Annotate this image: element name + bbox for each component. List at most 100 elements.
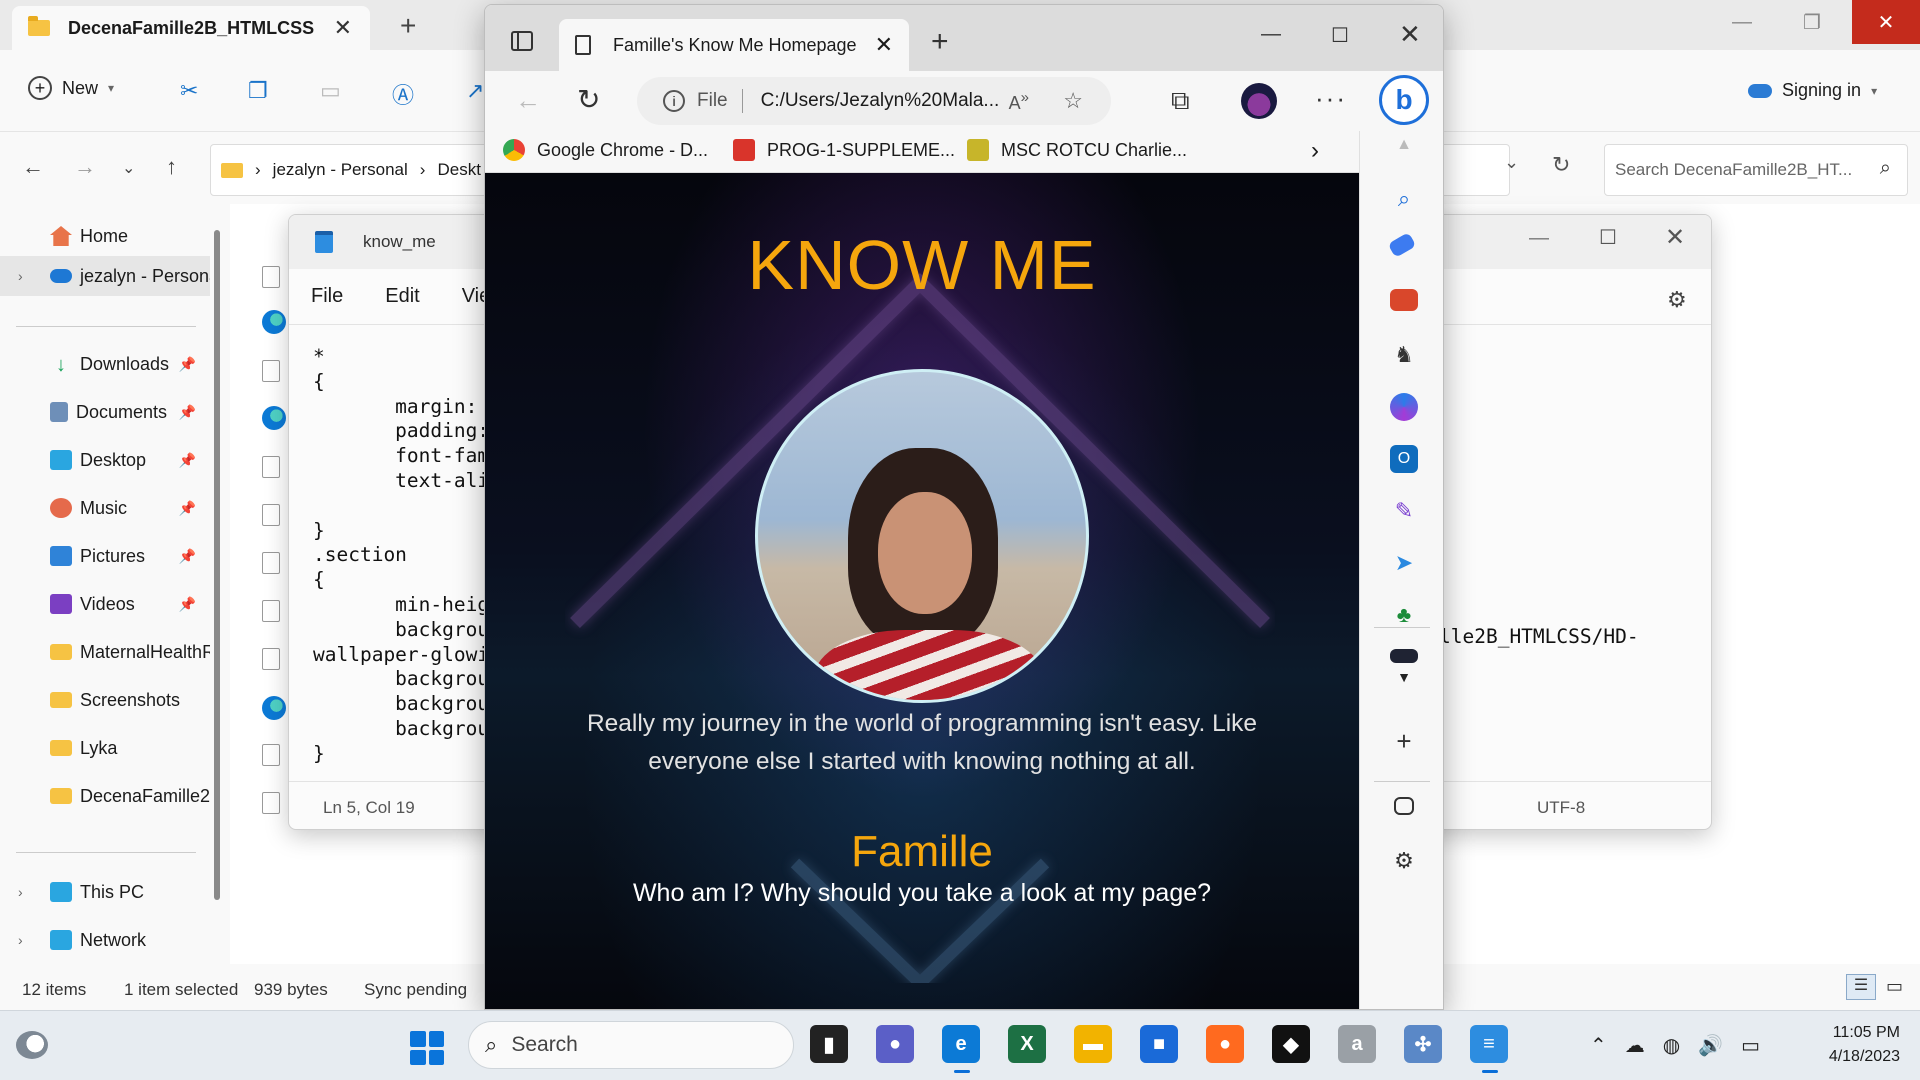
dropbox-icon[interactable]: ◆ <box>1272 1025 1310 1063</box>
nav-item-onedrive[interactable]: › jezalyn - Persona <box>0 256 210 296</box>
settings-gear-icon[interactable]: ⚙ <box>1667 287 1687 313</box>
scroll-up-icon[interactable]: ▲ <box>1390 131 1418 159</box>
browser-tab[interactable]: Famille's Know Me Homepage ✕ <box>559 19 909 71</box>
tab-actions-icon[interactable] <box>511 31 533 51</box>
notepad-icon[interactable]: ≡ <box>1470 1025 1508 1073</box>
read-aloud-icon[interactable]: A» <box>1009 89 1029 114</box>
scrollbar[interactable] <box>214 230 220 900</box>
nav-item-folder[interactable]: Lyka <box>0 728 210 768</box>
tiles-view-icon[interactable]: ▭ <box>1886 976 1903 997</box>
onedrive-icon[interactable]: ☁ <box>1625 1033 1645 1058</box>
settings-gear-icon[interactable]: ⚙ <box>1390 847 1418 875</box>
new-tab-button[interactable]: + <box>931 25 949 59</box>
microsoft365-icon[interactable] <box>1390 393 1418 421</box>
nav-item-folder[interactable]: Screenshots <box>0 680 210 720</box>
breadcrumb-item[interactable]: Deskt <box>437 160 480 180</box>
up-icon[interactable]: ↑ <box>166 154 177 180</box>
scroll-down-icon[interactable]: ▼ <box>1390 663 1418 691</box>
close-button[interactable]: ✕ <box>1665 223 1685 252</box>
clock[interactable]: 11:05 PM 4/18/2023 <box>1800 1021 1900 1069</box>
file-icon[interactable] <box>262 456 280 478</box>
address-bar[interactable]: i File C:/Users/Jezalyn%20Mala... A» ☆ <box>637 77 1111 125</box>
favorite-item[interactable]: PROG-1-SUPPLEME... <box>733 139 955 161</box>
globe-icon[interactable]: ◍ <box>1663 1033 1680 1058</box>
excel-icon[interactable]: X <box>1008 1025 1046 1063</box>
add-favorite-icon[interactable]: ☆ <box>1063 88 1083 114</box>
search-input[interactable]: Search DecenaFamille2B_HT... ⌕ <box>1604 144 1908 196</box>
start-button[interactable] <box>410 1031 444 1065</box>
nav-item-music[interactable]: Music 📌 <box>0 488 210 528</box>
details-view-icon[interactable]: ☰ <box>1846 974 1876 1000</box>
back-icon[interactable]: ← <box>22 154 44 180</box>
more-options-icon[interactable]: ··· <box>1315 83 1347 114</box>
designer-icon[interactable]: ✎ <box>1390 497 1418 525</box>
app-icon[interactable] <box>1390 649 1418 663</box>
file-icon[interactable] <box>262 600 280 622</box>
cut-icon[interactable]: ✂ <box>180 78 198 104</box>
copy-icon[interactable]: ❐ <box>248 78 268 104</box>
firefox-icon[interactable]: ● <box>1206 1025 1244 1063</box>
file-icon[interactable] <box>262 648 280 670</box>
paste-icon[interactable]: ▭ <box>320 78 341 104</box>
taskbar-search[interactable]: ⌕ Search <box>468 1021 794 1069</box>
outlook-icon[interactable]: O <box>1390 445 1418 473</box>
nav-item-documents[interactable]: Documents 📌 <box>0 392 210 432</box>
nav-item-folder[interactable]: MaternalHealthR <box>0 632 210 672</box>
bing-copilot-icon[interactable]: b <box>1379 75 1429 125</box>
edge-file-icon[interactable] <box>262 310 286 334</box>
nav-item-folder[interactable]: DecenaFamille2E <box>0 776 210 816</box>
minimize-button[interactable]: — <box>1529 227 1549 250</box>
file-icon[interactable] <box>262 552 280 574</box>
teams-icon[interactable]: ● <box>876 1025 914 1063</box>
share-icon[interactable]: ↗ <box>466 78 484 104</box>
maximize-button[interactable]: ☐ <box>1331 23 1349 48</box>
edge-icon[interactable]: e <box>942 1025 980 1073</box>
reload-icon[interactable]: ↻ <box>577 83 600 116</box>
task-view-icon[interactable]: ▮ <box>810 1025 848 1063</box>
back-icon[interactable]: ← <box>515 85 541 116</box>
favorite-item[interactable]: MSC ROTCU Charlie... <box>967 139 1187 161</box>
onedrive-status[interactable]: Signing in ▾ <box>1748 80 1877 101</box>
close-tab-icon[interactable]: ✕ <box>875 32 893 58</box>
nav-item-desktop[interactable]: Desktop 📌 <box>0 440 210 480</box>
file-icon[interactable] <box>262 360 280 382</box>
add-icon[interactable]: + <box>1390 726 1418 756</box>
file-icon[interactable] <box>262 792 280 814</box>
tree-icon[interactable]: ♣ <box>1390 601 1418 629</box>
file-icon[interactable] <box>262 744 280 766</box>
edge-file-icon[interactable] <box>262 406 286 430</box>
new-button[interactable]: + New ▾ <box>28 76 114 100</box>
send-icon[interactable]: ➤ <box>1390 549 1418 577</box>
file-icon[interactable] <box>262 266 280 288</box>
minimize-button[interactable]: — <box>1712 0 1772 44</box>
maximize-button[interactable]: ❐ <box>1782 0 1842 44</box>
chevron-up-icon[interactable]: ⌃ <box>1590 1033 1607 1058</box>
amazon-icon[interactable]: a <box>1338 1025 1376 1063</box>
menu-file[interactable]: File <box>311 285 343 308</box>
shopping-icon[interactable] <box>1387 232 1417 258</box>
nav-item-downloads[interactable]: ↓ Downloads 📌 <box>0 344 210 384</box>
maximize-button[interactable]: ☐ <box>1599 225 1617 250</box>
nav-item-pictures[interactable]: Pictures 📌 <box>0 536 210 576</box>
volume-icon[interactable]: 🔊 <box>1698 1033 1723 1058</box>
notepad-tab[interactable]: know_me <box>289 215 489 269</box>
close-button[interactable]: ✕ <box>1852 0 1920 44</box>
extensions-icon[interactable]: ⧉ <box>1171 85 1190 117</box>
chevron-right-icon[interactable]: › <box>1311 137 1319 165</box>
address-dropdown-icon[interactable]: ⌄ <box>1504 152 1519 173</box>
nav-item-videos[interactable]: Videos 📌 <box>0 584 210 624</box>
sidebar-panel-icon[interactable] <box>1394 797 1414 815</box>
recent-locations-icon[interactable]: ⌄ <box>122 158 135 178</box>
rename-icon[interactable]: Ⓐ <box>392 78 414 110</box>
refresh-icon[interactable]: ↻ <box>1552 152 1570 178</box>
weather-icon[interactable] <box>16 1031 48 1059</box>
file-icon[interactable] <box>262 504 280 526</box>
explorer-tab[interactable]: DecenaFamille2B_HTMLCSS ✕ <box>12 6 370 50</box>
nav-item-home[interactable]: Home <box>0 216 210 256</box>
snipping-icon[interactable]: ✣ <box>1404 1025 1442 1063</box>
store-icon[interactable]: ■ <box>1140 1025 1178 1063</box>
nav-item-this-pc[interactable]: › This PC <box>0 872 210 912</box>
info-icon[interactable]: i <box>663 90 685 112</box>
profile-avatar[interactable] <box>1241 83 1277 119</box>
menu-edit[interactable]: Edit <box>385 285 419 308</box>
